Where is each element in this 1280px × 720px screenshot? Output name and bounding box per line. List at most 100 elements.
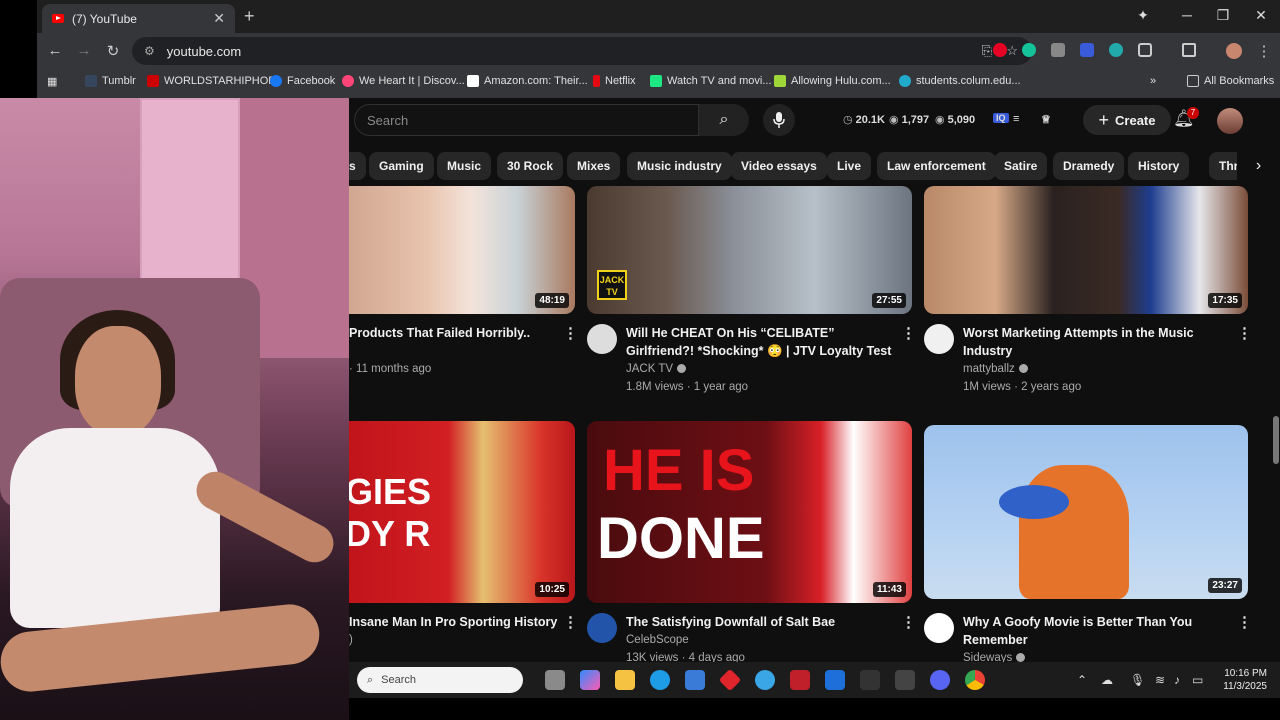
voice-search-button[interactable]	[763, 104, 795, 136]
chip-video-essays[interactable]: Video essays	[731, 152, 827, 180]
bookmark-facebook[interactable]: Facebook	[270, 75, 335, 87]
pinterest-extension-icon[interactable]	[993, 43, 1007, 57]
bookmark-columbia[interactable]: students.colum.edu...	[899, 75, 1021, 87]
chip-music-industry[interactable]: Music industry	[627, 152, 732, 180]
more-options-icon[interactable]: ⋮	[901, 613, 916, 631]
more-options-icon[interactable]: ⋮	[563, 324, 578, 342]
mail-icon[interactable]	[825, 670, 845, 690]
create-button[interactable]: + Create	[1083, 105, 1171, 135]
store-icon[interactable]	[685, 670, 705, 690]
maximize-button[interactable]: ❐	[1213, 7, 1233, 24]
channel-name[interactable]: CelebScope	[626, 631, 689, 649]
all-bookmarks[interactable]: All Bookmarks	[1187, 75, 1274, 87]
side-panel-icon[interactable]	[1182, 43, 1196, 57]
bookmark-star-icon[interactable]: ☆	[1006, 43, 1018, 59]
app-icon[interactable]	[860, 670, 880, 690]
bookmark-tumblr[interactable]: Tumblr	[85, 75, 136, 87]
chip-law-enforcement[interactable]: Law enforcement	[877, 152, 996, 180]
channel-name[interactable]: JACK TV	[626, 360, 687, 378]
more-options-icon[interactable]: ⋮	[1237, 324, 1252, 342]
trophy-icon[interactable]: ♕	[1041, 113, 1051, 126]
channel-name[interactable]: Sideways	[963, 649, 1026, 662]
chip-satire[interactable]: Satire	[994, 152, 1048, 180]
video-title[interactable]: Products That Failed Horribly..	[349, 324, 569, 342]
bookmark-netflix[interactable]: Netflix	[593, 75, 636, 87]
site-info-icon[interactable]: ⚙	[144, 44, 155, 58]
battery-icon[interactable]: ▭	[1192, 673, 1203, 687]
taskbar-clock[interactable]: 10:16 PM 11/3/2025	[1215, 667, 1267, 693]
extension-icon[interactable]	[1080, 43, 1094, 57]
file-explorer-icon[interactable]	[615, 670, 635, 690]
extension-icon[interactable]	[1109, 43, 1123, 57]
apps-grid-icon[interactable]: ▦	[47, 75, 57, 88]
tab-youtube[interactable]: (7) YouTube ✕	[42, 4, 235, 33]
bookmark-worldstar[interactable]: WORLDSTARHIPHOP	[147, 75, 276, 87]
reload-icon[interactable]: ↻	[104, 42, 122, 60]
chip-dramedy[interactable]: Dramedy	[1053, 152, 1125, 180]
wifi-icon[interactable]: ≋	[1155, 673, 1165, 687]
chrome-icon[interactable]	[965, 670, 985, 690]
chip-mixes[interactable]: Mixes	[567, 152, 621, 180]
video-thumbnail[interactable]: 17:35	[924, 186, 1248, 314]
video-thumbnail[interactable]: 48:19	[349, 186, 575, 314]
page-scrollbar[interactable]	[1271, 98, 1280, 662]
back-arrow-icon[interactable]: ←	[46, 42, 64, 59]
bookmark-watch-tv[interactable]: Watch TV and movi...	[650, 75, 772, 87]
video-thumbnail[interactable]: 23:27	[924, 425, 1248, 599]
more-options-icon[interactable]: ⋮	[901, 324, 916, 342]
chip-gaming[interactable]: Gaming	[369, 152, 434, 180]
bookmark-amazon[interactable]: Amazon.com: Their...	[467, 75, 588, 87]
video-thumbnail[interactable]: GIES DY R 10:25	[349, 421, 575, 603]
gemini-icon[interactable]: ✦	[1133, 7, 1153, 24]
new-tab-button[interactable]: +	[244, 6, 255, 27]
video-title[interactable]: Worst Marketing Attempts in the Music In…	[963, 324, 1223, 360]
chip-partial[interactable]: s	[349, 152, 366, 180]
close-window-button[interactable]: ✕	[1251, 7, 1271, 24]
chip-30-rock[interactable]: 30 Rock	[497, 152, 564, 180]
more-options-icon[interactable]: ⋮	[563, 613, 578, 631]
video-title[interactable]: Insane Man In Pro Sporting History	[349, 613, 569, 631]
microphone-icon[interactable]: 🎙︎	[1130, 673, 1145, 687]
chip-music[interactable]: Music	[437, 152, 492, 180]
chip-live[interactable]: Live	[827, 152, 872, 180]
video-thumbnail[interactable]: JACK TV 27:55	[587, 186, 912, 314]
video-title[interactable]: Will He CHEAT On His “CELIBATE” Girlfrie…	[626, 324, 896, 360]
search-input[interactable]: Search	[354, 104, 699, 136]
speaker-icon[interactable]: ♪	[1174, 673, 1180, 687]
edge-icon[interactable]	[650, 670, 670, 690]
channel-avatar[interactable]	[587, 324, 617, 354]
camera-icon[interactable]	[895, 670, 915, 690]
app-icon[interactable]	[718, 668, 742, 692]
more-bookmarks-icon[interactable]: »	[1150, 75, 1156, 87]
video-title[interactable]: The Satisfying Downfall of Salt Bae	[626, 613, 896, 631]
menu-kebab-icon[interactable]: ⋮	[1255, 42, 1273, 60]
minimize-button[interactable]: ─	[1177, 7, 1197, 23]
grammarly-extension-icon[interactable]	[1022, 43, 1036, 57]
extensions-puzzle-icon[interactable]	[1138, 43, 1152, 57]
channel-avatar[interactable]	[587, 613, 617, 643]
bookmark-hulu[interactable]: Allowing Hulu.com...	[774, 75, 891, 87]
profile-avatar[interactable]	[1226, 43, 1242, 59]
account-avatar[interactable]	[1217, 108, 1243, 134]
video-thumbnail[interactable]: HE IS DONE 11:43	[587, 421, 912, 603]
discord-icon[interactable]	[930, 670, 950, 690]
cloud-icon[interactable]: ☁	[1101, 673, 1113, 687]
scrollbar-thumb[interactable]	[1273, 416, 1279, 464]
forward-arrow-icon[interactable]: →	[75, 42, 93, 59]
channel-name[interactable]: mattyballz	[963, 360, 1028, 378]
address-bar[interactable]: ⚙ youtube.com ⎘ ☆	[132, 37, 1032, 65]
extension-icon[interactable]	[1051, 43, 1065, 57]
app-icon[interactable]	[755, 670, 775, 690]
search-button[interactable]: ⌕	[699, 104, 749, 136]
copilot-icon[interactable]	[580, 670, 600, 690]
list-icon[interactable]: ≡	[1013, 113, 1019, 125]
chip-history[interactable]: History	[1128, 152, 1190, 180]
install-app-icon[interactable]: ⎘	[982, 43, 992, 59]
close-tab-icon[interactable]: ✕	[213, 10, 225, 27]
video-title[interactable]: Why A Goofy Movie is Better Than You Rem…	[963, 613, 1223, 649]
chevron-up-icon[interactable]: ⌃	[1077, 673, 1087, 687]
more-options-icon[interactable]: ⋮	[1237, 613, 1252, 631]
taskbar-search[interactable]: ⌕ Search	[357, 667, 523, 693]
channel-avatar[interactable]	[924, 324, 954, 354]
channel-avatar[interactable]	[924, 613, 954, 643]
